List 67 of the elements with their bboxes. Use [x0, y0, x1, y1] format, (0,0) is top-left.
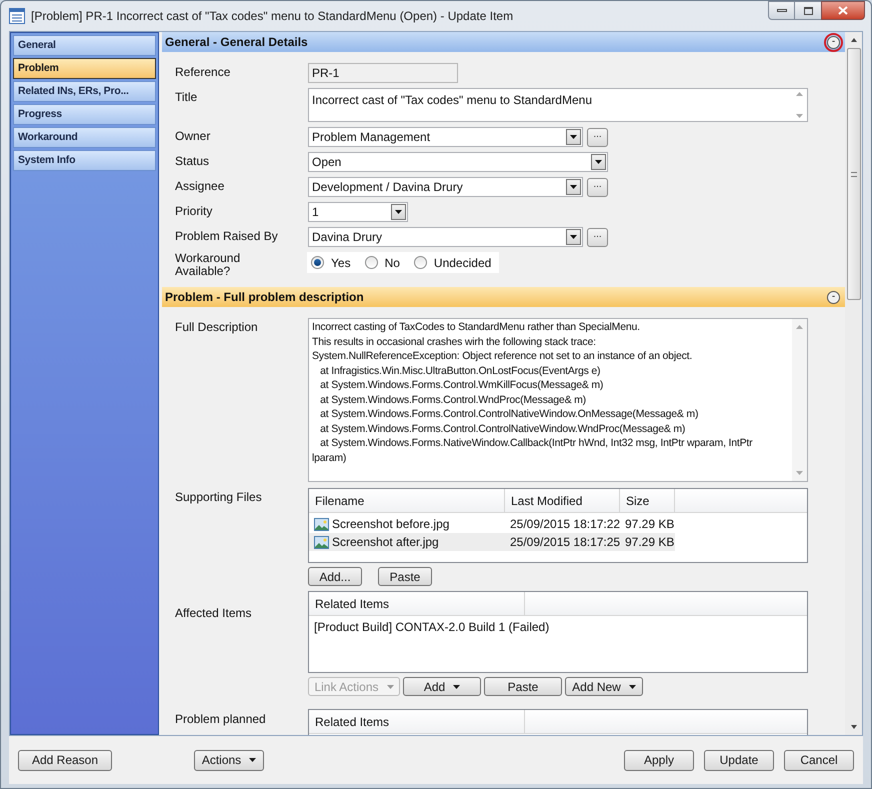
browse-button[interactable]: ...: [587, 178, 608, 196]
field-label: Affected Items: [175, 605, 252, 620]
button[interactable]: Paste: [484, 677, 562, 696]
button[interactable]: Add: [403, 677, 481, 696]
table-row[interactable]: Screenshot after.jpg 25/09/2015 18:17:25 97.29 KB: [309, 533, 675, 551]
radio-option[interactable]: Yes: [311, 254, 351, 272]
button[interactable]: Cancel: [784, 750, 854, 770]
section-title: Problem - Full problem description: [165, 289, 364, 306]
section-title: General - General Details: [165, 34, 308, 51]
sidebar-item[interactable]: General: [13, 35, 156, 56]
field-label: Problem Raised By: [175, 228, 279, 243]
browse-button[interactable]: ...: [587, 228, 608, 246]
table-row[interactable]: Screenshot before.jpg 25/09/2015 18:17:22 97.29 KB: [309, 515, 675, 533]
collapse-button[interactable]: -: [827, 290, 840, 304]
button[interactable]: Actions: [194, 750, 264, 770]
window-title: [Problem] PR-1 Incorrect cast of "Tax codes" menu to StandardMenu (Open) - Update Item: [31, 8, 514, 25]
button[interactable]: Apply: [624, 750, 694, 770]
button[interactable]: Add New: [565, 677, 643, 696]
maximize-button[interactable]: [795, 1, 821, 20]
combo-box[interactable]: Development / Davina Drury: [308, 177, 583, 197]
column-header[interactable]: Filename: [309, 489, 505, 512]
sidebar-item[interactable]: Workaround: [13, 127, 156, 148]
field-label: Status: [175, 153, 210, 168]
field-label: Assignee: [175, 178, 226, 193]
radio-option[interactable]: No: [364, 254, 400, 272]
table-cell-text: 25/09/2015 18:17:25: [510, 534, 620, 551]
table-cell-text: 97.29 KB: [625, 516, 674, 533]
sidebar-item[interactable]: System Info: [13, 150, 156, 171]
sidebar-item[interactable]: Problem: [13, 58, 156, 79]
caret-icon: [386, 684, 394, 688]
field-label: Workaround Available?: [175, 252, 242, 278]
caret-icon: [628, 684, 636, 688]
button[interactable]: Add Reason: [18, 750, 112, 770]
field-label: Owner: [175, 128, 212, 143]
close-button[interactable]: [821, 1, 865, 20]
table-cell-text: 97.29 KB: [625, 534, 674, 551]
combo-box[interactable]: 1: [308, 202, 408, 222]
table-cell-text: Screenshot after.jpg: [332, 534, 439, 551]
field-label: Problem planned: [175, 711, 267, 726]
field-label: Reference: [175, 64, 232, 79]
combo-box[interactable]: Open: [308, 152, 608, 172]
table-cell-text: 25/09/2015 18:17:22: [510, 516, 620, 533]
app-list-icon: [9, 8, 25, 24]
minimize-button[interactable]: [768, 1, 795, 20]
sidebar-item[interactable]: Progress: [13, 104, 156, 125]
caret-icon: [249, 758, 256, 762]
close-icon: [838, 6, 848, 15]
reference-field: PR-1: [308, 63, 458, 83]
field-label: Title: [175, 89, 198, 104]
radio-option[interactable]: Undecided: [414, 254, 492, 272]
table-cell-text: Screenshot before.jpg: [332, 516, 450, 533]
button[interactable]: Add...: [308, 567, 362, 586]
combo-box[interactable]: Problem Management: [308, 127, 583, 147]
field-label: Full Description: [175, 319, 259, 334]
button[interactable]: Update: [704, 750, 774, 770]
table-cell-text: [Product Build] CONTAX-2.0 Build 1 (Failed): [314, 619, 550, 636]
image-file-icon: [314, 518, 329, 530]
column-header[interactable]: Last Modified: [505, 489, 620, 512]
combo-box[interactable]: Davina Drury: [308, 227, 583, 247]
field-label: Supporting Files: [175, 489, 263, 504]
caret-icon: [453, 684, 460, 688]
column-header[interactable]: Size: [620, 489, 675, 512]
button[interactable]: Paste: [378, 567, 432, 586]
browse-button[interactable]: ...: [587, 128, 608, 146]
sidebar-item[interactable]: Related INs, ERs, Pro...: [13, 81, 156, 102]
image-file-icon: [314, 536, 329, 548]
field-label: Priority: [175, 203, 214, 218]
